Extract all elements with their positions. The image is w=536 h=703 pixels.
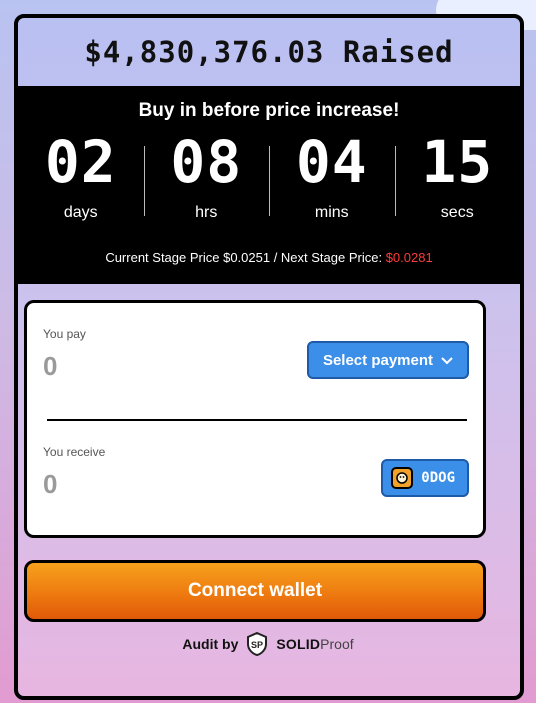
shield-icon: SP <box>246 632 268 656</box>
swap-divider <box>47 419 467 421</box>
solidproof-light: Proof <box>320 636 354 652</box>
countdown-days: 02 days <box>18 132 144 232</box>
hours-value: 08 <box>170 128 243 196</box>
audit-prefix: Audit by <box>182 636 239 652</box>
pay-caption: You pay <box>43 327 86 341</box>
countdown-seconds: 15 secs <box>394 128 521 232</box>
countdown-digits: 02 days 08 hrs 04 mins 15 secs <box>18 132 520 232</box>
countdown-panel: Buy in before price increase! 02 days 08… <box>18 86 520 284</box>
solidproof-strong: SOLID <box>276 636 321 652</box>
countdown-minutes: 04 mins <box>269 132 395 232</box>
swap-box: You pay 0 Select payment You receive 0 0… <box>24 300 486 538</box>
select-payment-label: Select payment <box>322 351 433 369</box>
current-stage-price: Current Stage Price $0.0251 / Next Stage… <box>105 250 386 265</box>
chevron-down-icon <box>441 352 453 369</box>
days-label: days <box>63 204 98 221</box>
stage-price: Current Stage Price $0.0251 / Next Stage… <box>18 250 520 265</box>
token-button[interactable]: 0DOG <box>381 459 469 497</box>
seconds-label: secs <box>440 204 474 221</box>
token-label: 0DOG <box>421 470 455 486</box>
solidproof-logo[interactable]: SOLIDProof <box>276 636 353 652</box>
days-value: 02 <box>44 128 117 196</box>
raised-amount: $4,830,376.03 Raised <box>84 35 454 69</box>
select-payment-button[interactable]: Select payment <box>306 341 469 379</box>
countdown-hours: 08 hrs <box>143 128 270 232</box>
audit-footer: Audit by SP SOLIDProof <box>0 632 536 656</box>
countdown-headline: Buy in before price increase! <box>138 100 400 121</box>
minutes-value: 04 <box>295 128 368 196</box>
connect-wallet-button[interactable]: Connect wallet <box>24 560 486 622</box>
seconds-value: 15 <box>421 128 494 196</box>
minutes-label: mins <box>314 204 349 221</box>
hours-label: hrs <box>195 204 218 221</box>
next-stage-price: $0.0281 <box>385 250 433 265</box>
svg-text:SP: SP <box>251 640 263 650</box>
receive-caption: You receive <box>43 445 106 459</box>
dog-token-icon <box>391 467 414 489</box>
